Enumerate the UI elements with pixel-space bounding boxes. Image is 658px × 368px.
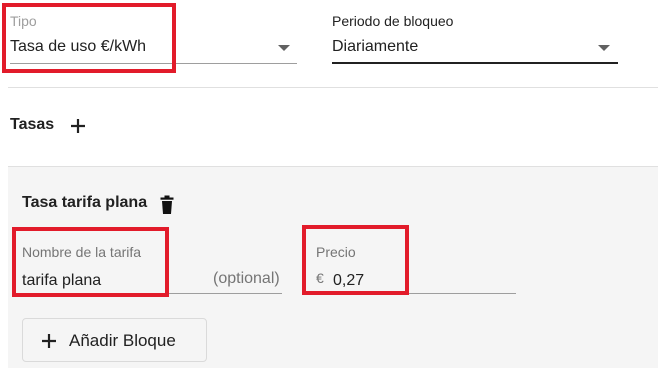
tariff-name-label: Nombre de la tarifa	[22, 244, 142, 260]
price-field[interactable]: Precio € 0,27	[304, 230, 518, 296]
add-block-button[interactable]: Añadir Bloque	[22, 318, 207, 362]
price-value: 0,27	[333, 272, 365, 289]
tariff-name-field[interactable]: Nombre de la tarifa tarifa plana (option…	[14, 230, 284, 296]
price-underline	[310, 293, 516, 294]
periodo-label: Periodo de bloqueo	[332, 13, 454, 29]
tariff-name-value: tarifa plana	[22, 272, 102, 289]
periodo-underline	[332, 62, 618, 64]
add-block-label: Añadir Bloque	[69, 331, 176, 350]
tariff-name-underline	[22, 293, 282, 294]
tipo-select[interactable]: Tipo Tasa de uso €/kWh	[0, 0, 300, 70]
rate-title: Tasa tarifa plana	[22, 194, 148, 211]
section-divider	[8, 87, 658, 88]
tipo-dropdown-caret-icon[interactable]	[278, 45, 290, 51]
tipo-label: Tipo	[10, 13, 37, 29]
delete-rate-trash-icon[interactable]	[159, 195, 175, 215]
add-tasa-plus-icon[interactable]	[68, 116, 88, 136]
tipo-underline	[10, 63, 297, 64]
periodo-value: Diariamente	[332, 38, 419, 55]
tariff-name-hint: (optional)	[213, 270, 280, 287]
tipo-value: Tasa de uso €/kWh	[10, 38, 147, 55]
tasas-title: Tasas	[10, 116, 55, 133]
rate-panel-top-border	[8, 166, 658, 167]
periodo-select[interactable]: Periodo de bloqueo Diariamente	[320, 0, 625, 70]
price-prefix: €	[316, 270, 324, 286]
periodo-dropdown-caret-icon[interactable]	[598, 45, 610, 51]
price-label: Precio	[316, 244, 356, 260]
add-block-plus-icon	[39, 331, 59, 351]
